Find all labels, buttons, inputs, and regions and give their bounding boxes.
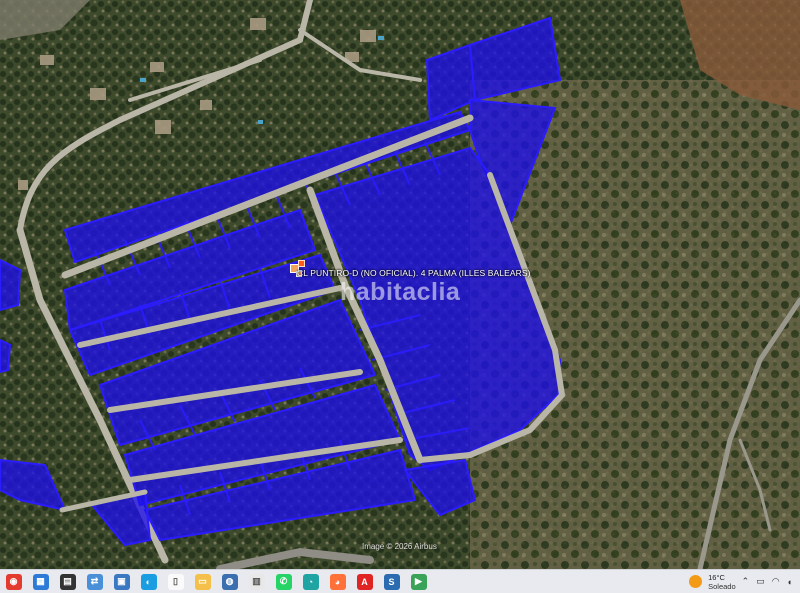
address-label: CL PUNTIRO-D (NO OFICIAL). 4 PALMA (ILLE… <box>297 268 531 278</box>
weather-temperature: 16°C <box>708 572 725 582</box>
media-icon[interactable]: ▤ <box>59 573 76 590</box>
app-icon-2[interactable]: ◔ <box>302 573 319 590</box>
store-icon[interactable]: ▥ <box>248 573 265 590</box>
acrobat-icon[interactable]: A <box>356 573 373 590</box>
speaker-icon[interactable]: ◖ <box>787 577 792 587</box>
photos-icon[interactable]: ▣ <box>113 573 130 590</box>
watermark: habitaclia <box>340 278 461 306</box>
app-icon-1[interactable]: ▦ <box>32 573 49 590</box>
app-icon-3[interactable]: S <box>383 573 400 590</box>
file-explorer-icon[interactable]: ▭ <box>194 573 211 590</box>
imagery-credit: Image © 2026 Airbus <box>362 542 437 551</box>
sync-icon[interactable]: ⇄ <box>86 573 103 590</box>
firefox-icon[interactable]: ◕ <box>329 573 346 590</box>
taskbar-apps: ◉ ▦ ▤ ⇄ ▣ ◐ ▯ ▭ ◍ ▥ ✆ ◔ ◕ A S ▶ <box>0 573 432 590</box>
whatsapp-icon[interactable]: ✆ <box>275 573 292 590</box>
app-icon-4[interactable]: ▶ <box>410 573 427 590</box>
taskbar: ◉ ▦ ▤ ⇄ ▣ ◐ ▯ ▭ ◍ ▥ ✆ ◔ ◕ A S ▶ 16°C Soleado ⌃ ▭ ◠ ◖ <box>0 569 800 593</box>
sun-icon <box>689 575 703 588</box>
document-icon[interactable]: ▯ <box>167 573 184 590</box>
globe-icon[interactable]: ◍ <box>221 573 238 590</box>
satellite-map[interactable]: CL PUNTIRO-D (NO OFICIAL). 4 PALMA (ILLE… <box>0 0 800 569</box>
wifi-icon[interactable]: ◠ <box>772 576 780 587</box>
weather-widget[interactable]: 16°C Soleado <box>689 573 736 591</box>
edge-icon[interactable]: ◐ <box>140 573 157 590</box>
location-marker-secondary[interactable] <box>298 260 305 267</box>
system-tray: ⌃ ▭ ◠ ◖ <box>742 576 792 587</box>
chrome-icon[interactable]: ◉ <box>5 573 22 590</box>
chevron-up-icon[interactable]: ⌃ <box>742 576 750 587</box>
display-icon[interactable]: ▭ <box>756 576 765 587</box>
weather-description: Soleado <box>708 581 736 591</box>
